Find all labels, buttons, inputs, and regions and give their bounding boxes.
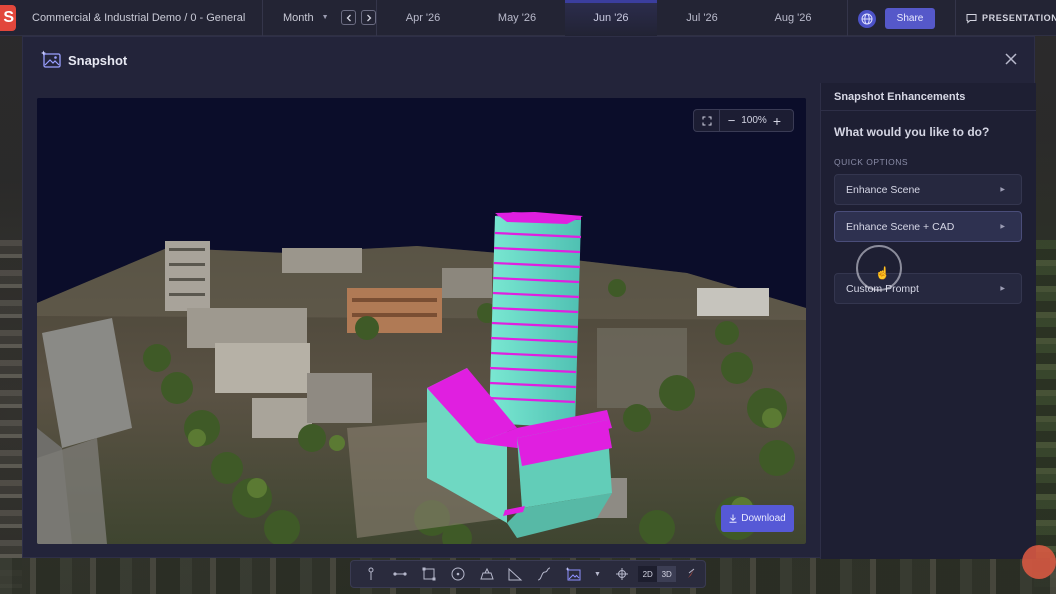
2d-mode-button[interactable]: 2D: [638, 566, 658, 582]
snapshot-viewer[interactable]: − 100% + Download: [37, 98, 806, 544]
slope-tool[interactable]: [501, 563, 530, 585]
option-label: Enhance Scene + CAD: [846, 220, 955, 233]
divider: [847, 0, 848, 36]
orbit-icon: [615, 568, 628, 580]
top-bar: S Commercial & Industrial Demo / 0 - Gen…: [0, 0, 1056, 36]
background-map-right-edge: [1034, 240, 1056, 594]
project-breadcrumb[interactable]: Commercial & Industrial Demo / 0 - Gener…: [32, 12, 262, 24]
circle-icon: [451, 567, 465, 581]
timeline-month[interactable]: Jul '26: [656, 0, 748, 36]
snapshot-tool[interactable]: [559, 563, 588, 585]
timeline-month[interactable]: May '26: [471, 0, 563, 36]
volume-tool[interactable]: [472, 563, 501, 585]
snapshot-image-icon: [41, 50, 61, 68]
globe-icon: [861, 13, 873, 25]
period-select[interactable]: Month ▼: [283, 12, 333, 24]
path-tool[interactable]: [530, 563, 559, 585]
presentations-button[interactable]: PRESENTATIONS: [955, 0, 1056, 36]
download-icon: [729, 514, 737, 523]
dimension-toggle: 2D 3D: [638, 566, 677, 582]
modal-title: Snapshot: [68, 53, 128, 68]
chevron-down-icon: ▼: [593, 570, 601, 578]
hand-cursor-icon: ☝: [875, 266, 890, 280]
orbit-tool[interactable]: [607, 563, 636, 585]
3d-mode-button[interactable]: 3D: [657, 566, 677, 582]
chevron-right-icon: ▶: [1000, 224, 1005, 230]
volume-icon: [479, 567, 494, 580]
chevron-right-icon: ▶: [1000, 187, 1005, 193]
zoom-out-button[interactable]: −: [724, 113, 739, 128]
pin-icon: [368, 567, 374, 580]
line-measure-tool[interactable]: [386, 563, 415, 585]
divider: [262, 0, 263, 36]
timeline-month-active[interactable]: Jun '26: [565, 0, 657, 36]
quick-options-label: QUICK OPTIONS: [834, 157, 909, 167]
download-label: Download: [741, 513, 786, 524]
chevron-right-icon: [366, 14, 371, 21]
compass-icon: [687, 568, 694, 578]
previous-period-button[interactable]: [341, 10, 356, 25]
close-icon[interactable]: [1004, 52, 1018, 66]
tools-dropdown[interactable]: ▼: [588, 563, 608, 585]
enhancements-panel: Snapshot Enhancements What would you lik…: [820, 83, 1036, 559]
enhance-scene-option[interactable]: Enhance Scene ▶: [834, 174, 1022, 205]
area-select-icon: [422, 567, 436, 581]
zoom-level: 100%: [741, 115, 767, 126]
expand-icon: [702, 116, 711, 125]
zoom-control: − 100% +: [693, 109, 794, 132]
presentations-label: PRESENTATIONS: [982, 13, 1056, 23]
slope-icon: [508, 567, 523, 581]
compass-tool[interactable]: [676, 563, 705, 585]
modal-header: Snapshot: [23, 37, 1034, 83]
period-nav: [341, 10, 376, 25]
download-button[interactable]: Download: [721, 505, 794, 532]
comment-icon: [966, 13, 977, 24]
chevron-right-icon: ▶: [1000, 286, 1005, 292]
panel-question: What would you like to do?: [834, 125, 990, 139]
circle-tool[interactable]: [443, 563, 472, 585]
path-icon: [538, 567, 551, 581]
next-period-button[interactable]: [361, 10, 376, 25]
line-measure-icon: [393, 572, 407, 576]
period-select-label: Month: [283, 11, 314, 24]
chevron-left-icon: [346, 14, 351, 21]
share-button[interactable]: Share: [885, 8, 935, 29]
timeline-month[interactable]: Aug '26: [747, 0, 839, 36]
globe-button[interactable]: [858, 10, 876, 28]
background-map-left-edge: [0, 240, 22, 594]
timeline-month[interactable]: Apr '26: [377, 0, 469, 36]
snapshot-modal: Snapshot − 100% + Download Snapshot Enha…: [22, 36, 1036, 559]
option-label: Enhance Scene: [846, 183, 921, 196]
bottom-toolbar: ▼ 2D 3D: [350, 560, 706, 588]
chat-support-button[interactable]: [1022, 545, 1056, 579]
app-logo[interactable]: S: [0, 4, 16, 31]
snapshot-icon: [565, 567, 581, 581]
fit-to-screen-button[interactable]: [694, 110, 720, 131]
pin-tool[interactable]: [357, 563, 386, 585]
area-select-tool[interactable]: [415, 563, 444, 585]
enhance-scene-cad-option[interactable]: Enhance Scene + CAD ▶: [834, 211, 1022, 242]
chevron-down-icon: ▼: [321, 14, 329, 21]
zoom-in-button[interactable]: +: [769, 113, 785, 129]
aerial-3d-scene: [37, 98, 806, 544]
timeline-months: Apr '26 May '26 Jun '26 Jul '26 Aug '26: [377, 0, 847, 36]
panel-title: Snapshot Enhancements: [821, 83, 1036, 111]
